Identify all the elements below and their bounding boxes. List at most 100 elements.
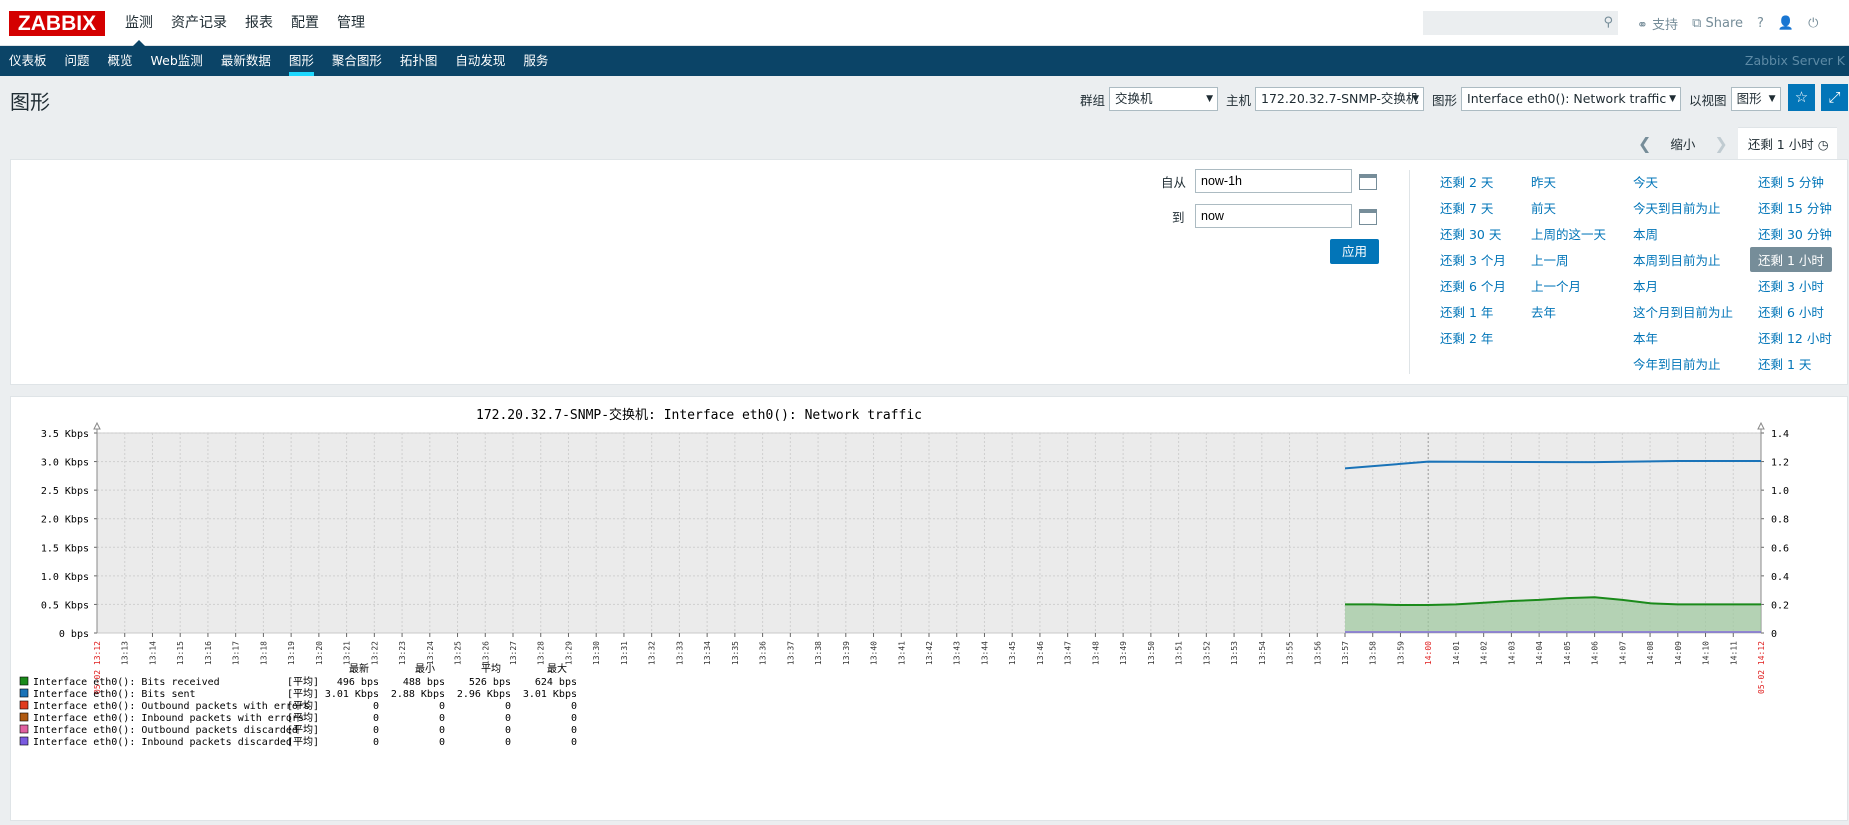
to-input[interactable] — [1195, 204, 1352, 228]
sub-menu-dashboard[interactable]: 仪表板 — [0, 46, 56, 76]
x-tick-label: 13:46 — [1036, 641, 1045, 665]
quick-time-link[interactable]: 还剩 1 年 — [1440, 302, 1493, 321]
y-left-tick-label: 2.0 Kbps — [41, 515, 89, 526]
y-right-tick-label: 1.2 — [1771, 458, 1789, 469]
legend-item-name: Interface eth0(): Bits received — [33, 677, 220, 688]
quick-time-link[interactable]: 今天到目前为止 — [1633, 198, 1721, 217]
quick-time-link[interactable]: 还剩 1 小时 — [1750, 247, 1832, 272]
quick-time-link[interactable]: 这个月到目前为止 — [1633, 302, 1733, 321]
clock-icon: ◷ — [1817, 137, 1829, 152]
sub-menu-latest-data[interactable]: 最新数据 — [212, 46, 280, 76]
quick-time-link[interactable]: 本月 — [1633, 276, 1658, 295]
sub-menu-discovery[interactable]: 自动发现 — [446, 46, 514, 76]
chevron-down-icon: ▼ — [1768, 94, 1776, 104]
quick-time-link[interactable]: 还剩 7 天 — [1440, 198, 1493, 217]
x-tick-label: 13:39 — [842, 641, 851, 665]
sub-menu-maps[interactable]: 拓扑图 — [391, 46, 447, 76]
sub-menu-screens[interactable]: 聚合图形 — [323, 46, 391, 76]
search-icon[interactable]: ⚲ — [1603, 15, 1613, 30]
main-menu-inventory[interactable]: 资产记录 — [162, 0, 236, 46]
logout-icon[interactable]: ⏻ — [1808, 16, 1818, 31]
legend-value: 0 — [439, 713, 445, 724]
x-tick-label: 13:15 — [176, 641, 185, 665]
star-icon: ☆ — [1794, 88, 1809, 106]
main-menu-configuration[interactable]: 配置 — [282, 0, 328, 46]
search-input[interactable]: ⚲ — [1423, 11, 1618, 35]
fullscreen-button[interactable]: ⤢ — [1821, 84, 1848, 111]
main-menu-reports[interactable]: 报表 — [236, 0, 282, 46]
quick-time-link[interactable]: 还剩 6 小时 — [1758, 302, 1824, 321]
zabbix-logo[interactable]: ZABBIX — [9, 11, 105, 36]
axis-arrow — [93, 421, 101, 430]
host-label: 主机 — [1226, 92, 1252, 108]
quick-time-link[interactable]: 本年 — [1633, 328, 1658, 347]
legend-value: 0 — [373, 725, 379, 736]
view-select[interactable]: 图形 ▼ — [1730, 87, 1781, 111]
sub-menu-problems[interactable]: 问题 — [56, 46, 99, 76]
quick-time-link[interactable]: 本周到目前为止 — [1633, 250, 1721, 269]
x-tick-label: 13:37 — [786, 641, 795, 665]
calendar-icon[interactable] — [1359, 209, 1377, 225]
quick-time-link[interactable]: 上周的这一天 — [1531, 224, 1606, 243]
graph-select[interactable]: Interface eth0(): Network traffic ▼ — [1461, 87, 1682, 111]
legend-value: 488 bps — [403, 677, 445, 688]
main-menu-administration[interactable]: 管理 — [328, 0, 374, 46]
apply-button[interactable]: 应用 — [1330, 239, 1379, 264]
main-menu-monitoring[interactable]: 监测 — [116, 0, 162, 47]
quick-time-link[interactable]: 上一周 — [1531, 250, 1569, 269]
quick-time-link[interactable]: 还剩 6 个月 — [1440, 276, 1506, 295]
x-tick-label: 13:35 — [731, 641, 740, 665]
quick-time-link[interactable]: 还剩 30 天 — [1440, 224, 1501, 243]
quick-time-link[interactable]: 今天 — [1633, 172, 1658, 191]
x-tick-label: 13:58 — [1369, 641, 1378, 665]
headset-icon: ⚭ — [1637, 17, 1648, 33]
quick-time-link[interactable]: 昨天 — [1531, 172, 1556, 191]
quick-time-link[interactable]: 今年到目前为止 — [1633, 354, 1721, 373]
sub-menu-graphs[interactable]: 图形 — [280, 46, 323, 76]
y-right-tick-label: 1.0 — [1771, 486, 1789, 497]
legend-func: [平均] — [287, 712, 319, 724]
quick-time-link[interactable]: 上一个月 — [1531, 276, 1581, 295]
x-tick-label: 13:59 — [1396, 641, 1405, 665]
sub-menu-services[interactable]: 服务 — [514, 46, 557, 76]
legend-value: 2.96 Kbps — [457, 689, 511, 700]
quick-time-link[interactable]: 还剩 3 小时 — [1758, 276, 1824, 295]
user-profile-icon[interactable]: 👤 — [1778, 16, 1794, 31]
from-input[interactable] — [1195, 169, 1352, 193]
quick-time-link[interactable]: 去年 — [1531, 302, 1556, 321]
legend-value: 0 — [505, 701, 511, 712]
x-tick-label: 14:03 — [1507, 641, 1516, 665]
x-tick-label: 13:14 — [148, 641, 157, 665]
quick-time-link[interactable]: 还剩 30 分钟 — [1758, 224, 1832, 243]
time-period-tab[interactable]: 还剩 1 小时 ◷ — [1737, 127, 1837, 160]
zoom-out-button[interactable]: 缩小 — [1661, 134, 1704, 153]
favourite-star-button[interactable]: ☆ — [1788, 84, 1815, 111]
quick-time-link[interactable]: 还剩 5 分钟 — [1758, 172, 1824, 191]
help-icon[interactable]: ? — [1757, 16, 1764, 31]
quick-time-link[interactable]: 还剩 12 小时 — [1758, 328, 1832, 347]
time-prev-icon[interactable]: ❮ — [1628, 134, 1661, 153]
quick-time-link[interactable]: 前天 — [1531, 198, 1556, 217]
legend-item-name: Interface eth0(): Inbound packets discar… — [33, 737, 292, 748]
quick-time-link[interactable]: 还剩 2 年 — [1440, 328, 1493, 347]
quick-time-link[interactable]: 本周 — [1633, 224, 1658, 243]
quick-time-link[interactable]: 还剩 15 分钟 — [1758, 198, 1832, 217]
legend-value: 0 — [373, 713, 379, 724]
sub-menu-overview[interactable]: 概览 — [99, 46, 142, 76]
support-link[interactable]: ⚭ 支持 — [1637, 14, 1678, 33]
quick-time-link[interactable]: 还剩 2 天 — [1440, 172, 1493, 191]
sub-menu-web[interactable]: Web监测 — [142, 46, 212, 76]
time-filter-panel — [10, 159, 1848, 385]
x-tick-label: 13:48 — [1091, 641, 1100, 665]
calendar-icon[interactable] — [1359, 174, 1377, 190]
share-link[interactable]: ⧉ Share — [1692, 16, 1743, 31]
quick-time-link[interactable]: 还剩 3 个月 — [1440, 250, 1506, 269]
chart-title: 172.20.32.7-SNMP-交换机: Interface eth0(): … — [476, 407, 922, 423]
time-next-icon[interactable]: ❯ — [1704, 134, 1737, 153]
host-select[interactable]: 172.20.32.7-SNMP-交换机 ▼ — [1255, 87, 1425, 111]
main-menu: 监测 资产记录 报表 配置 管理 — [116, 0, 374, 47]
legend-value: 0 — [505, 737, 511, 748]
group-select[interactable]: 交换机 ▼ — [1109, 87, 1219, 111]
quick-time-link[interactable]: 还剩 1 天 — [1758, 354, 1811, 373]
top-links: ⚭ 支持 ⧉ Share ? 👤 ⏻ — [1637, 0, 1818, 46]
